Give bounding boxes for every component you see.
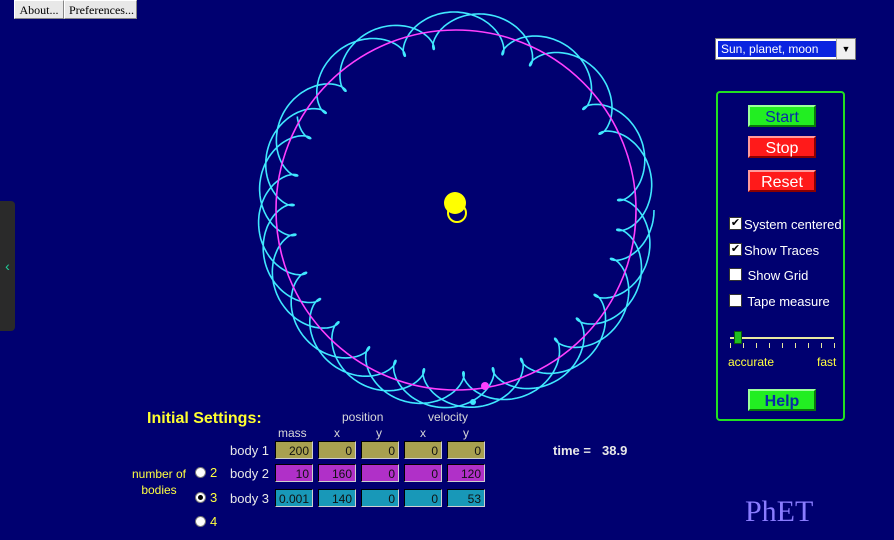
slider-tick (808, 343, 809, 348)
body-3-pos-y-input[interactable]: 0 (361, 489, 399, 507)
slider-knob[interactable] (734, 331, 742, 344)
speed-slider[interactable]: accurate fast (728, 329, 838, 369)
body-2-vel-y-input[interactable]: 120 (447, 464, 485, 482)
system-centered-option[interactable]: ✔ System centered (729, 217, 842, 232)
show-traces-label: Show Traces (744, 243, 820, 258)
body-2-pos-y-input[interactable]: 0 (361, 464, 399, 482)
velocity-x-header: x (420, 426, 426, 440)
body-2-label: body 2 (230, 466, 270, 481)
bodies-4-radio[interactable] (195, 516, 206, 527)
number-of-bodies-line-1: number of (131, 467, 187, 481)
phet-logo: PhET (745, 495, 814, 528)
bodies-4-label: 4 (210, 514, 218, 529)
moon-body (470, 399, 476, 405)
slider-tick (769, 343, 770, 348)
position-x-header: x (334, 426, 340, 440)
bodies-option-4[interactable]: 4 (195, 514, 217, 529)
body-1-pos-x-input[interactable]: 0 (318, 441, 356, 459)
body-3-pos-x-input[interactable]: 140 (318, 489, 356, 507)
body-1-pos-y-input[interactable]: 0 (361, 441, 399, 459)
tape-measure-option[interactable]: Tape measure (729, 294, 830, 309)
time-value: 38.9 (602, 443, 628, 458)
help-button[interactable]: Help (748, 389, 816, 411)
slider-track (730, 337, 834, 339)
stop-button[interactable]: Stop (748, 136, 816, 158)
show-grid-checkbox[interactable] (729, 268, 742, 281)
tape-measure-label: Tape measure (747, 294, 830, 309)
show-traces-option[interactable]: ✔ Show Traces (729, 243, 819, 258)
slider-tick (743, 343, 744, 348)
slider-tick (834, 343, 835, 348)
bodies-2-label: 2 (210, 465, 218, 480)
reset-button[interactable]: Reset (748, 170, 816, 192)
position-header: position (342, 410, 384, 424)
slider-tick (821, 343, 822, 348)
tape-measure-checkbox[interactable] (729, 294, 742, 307)
body-3-label: body 3 (230, 491, 270, 506)
slider-tick (730, 343, 731, 348)
show-grid-option[interactable]: Show Grid (729, 268, 808, 283)
slider-min-label: accurate (728, 355, 775, 369)
slider-max-label: fast (817, 355, 837, 369)
bodies-option-3[interactable]: 3 (195, 490, 217, 505)
mass-header: mass (278, 426, 307, 440)
bodies-3-radio[interactable] (195, 492, 206, 503)
bodies-2-radio[interactable] (195, 467, 206, 478)
body-3-mass-input[interactable]: 0.001 (275, 489, 313, 507)
start-button[interactable]: Start (748, 105, 816, 127)
bodies-option-2[interactable]: 2 (195, 465, 217, 480)
body-1-label: body 1 (230, 443, 270, 458)
body-2-mass-input[interactable]: 10 (275, 464, 313, 482)
position-y-header: y (376, 426, 382, 440)
number-of-bodies-line-2: bodies (141, 483, 177, 497)
preset-selected-value: Sun, planet, moon (718, 41, 839, 57)
number-of-bodies-label: number of bodies (128, 466, 190, 498)
control-panel: Start Stop Reset ✔ System centered ✔ Show … (716, 91, 845, 421)
show-grid-label: Show Grid (747, 268, 809, 283)
slider-tick (782, 343, 783, 348)
body-1-vel-x-input[interactable]: 0 (404, 441, 442, 459)
velocity-header: velocity (428, 410, 469, 424)
body-2-pos-x-input[interactable]: 160 (318, 464, 356, 482)
body-1-mass-input[interactable]: 200 (275, 441, 313, 459)
initial-settings-title: Initial Settings: (147, 410, 262, 427)
bodies-3-label: 3 (210, 490, 218, 505)
system-centered-checkbox[interactable]: ✔ (729, 217, 742, 230)
show-traces-checkbox[interactable]: ✔ (729, 243, 742, 256)
body-1-vel-y-input[interactable]: 0 (447, 441, 485, 459)
body-3-vel-x-input[interactable]: 0 (404, 489, 442, 507)
chevron-down-icon[interactable]: ▼ (836, 39, 855, 59)
body-2-vel-x-input[interactable]: 0 (404, 464, 442, 482)
body-3-vel-y-input[interactable]: 53 (447, 489, 485, 507)
velocity-y-header: y (463, 426, 469, 440)
slider-tick (756, 343, 757, 348)
time-label: time = (553, 443, 591, 458)
planet-body (481, 382, 489, 390)
preset-dropdown[interactable]: Sun, planet, moon ▼ (715, 38, 856, 60)
slider-tick (795, 343, 796, 348)
system-centered-label: System centered (744, 217, 842, 232)
